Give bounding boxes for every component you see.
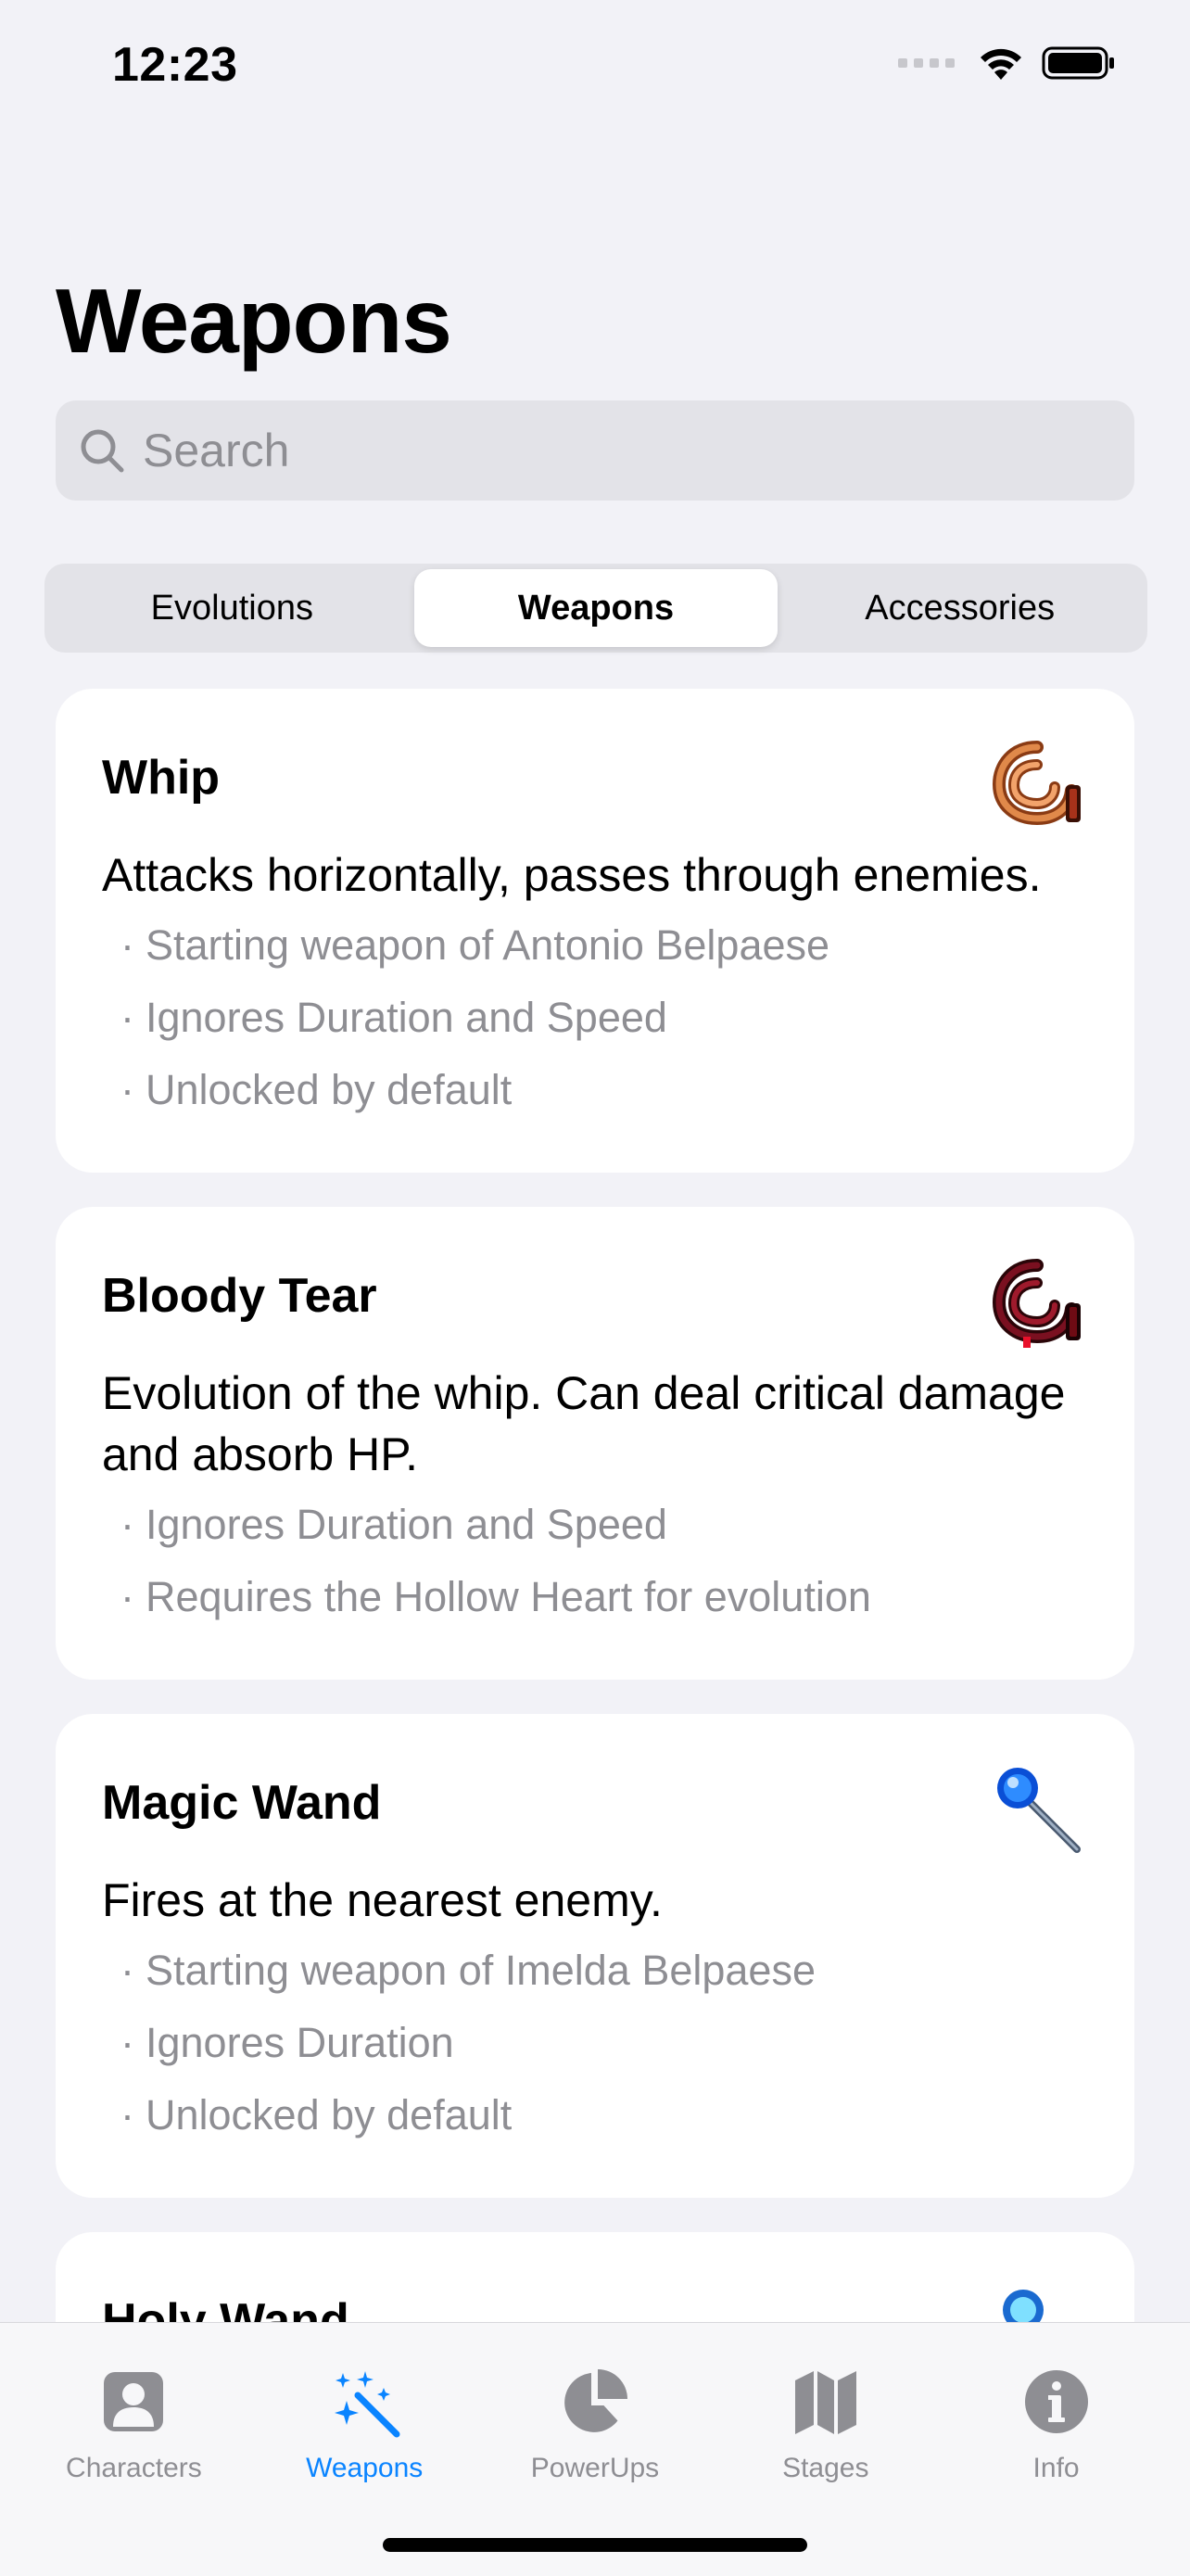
weapon-description: Attacks horizontally, passes through ene…	[102, 849, 1042, 901]
magic-wand-icon	[997, 1768, 1081, 1853]
weapon-title: Whip	[102, 751, 221, 805]
note-item: · Requires the Hollow Heart for evolution	[120, 1573, 871, 1620]
tab-label: Weapons	[306, 2453, 424, 2483]
bloody-tear-icon	[992, 1259, 1081, 1348]
tab-label: Stages	[782, 2453, 869, 2483]
search-input[interactable]	[141, 423, 1071, 478]
person-icon	[104, 2372, 164, 2431]
note-item: · Unlocked by default	[120, 2091, 513, 2138]
note-item: · Ignores Duration and Speed	[120, 1501, 667, 1548]
tab-stages[interactable]: Stages	[719, 2364, 932, 2484]
info-icon	[1024, 2370, 1088, 2433]
tab-characters[interactable]: Characters	[27, 2364, 240, 2484]
sparkles-wand-icon	[335, 2371, 400, 2438]
weapon-list: Whip Attacks horizontally, passes throug…	[56, 689, 1134, 2322]
status-bar: 12:23	[0, 0, 1190, 139]
search-icon	[81, 429, 124, 473]
tab-label: PowerUps	[530, 2453, 660, 2483]
note-item: · Ignores Duration and Speed	[120, 994, 667, 1041]
segment-evolutions[interactable]: Evolutions	[50, 569, 414, 647]
weapon-title: Bloody Tear	[102, 1269, 377, 1323]
weapon-card-holy-wand[interactable]: Holy Wand	[56, 2232, 1134, 2322]
map-icon	[794, 2371, 856, 2434]
weapon-notes: · Starting weapon of Antonio Belpaese · Ig…	[102, 909, 1088, 1126]
home-indicator	[383, 2538, 807, 2552]
tab-label: Info	[1032, 2453, 1080, 2483]
pie-chart-icon	[564, 2369, 627, 2432]
search-bar[interactable]	[56, 400, 1134, 501]
weapon-card-magic-wand[interactable]: Magic Wand Fires at the nearest enemy. ·…	[56, 1714, 1134, 2198]
note-item: · Starting weapon of Antonio Belpaese	[120, 921, 830, 969]
weapon-card-whip[interactable]: Whip Attacks horizontally, passes throug…	[56, 689, 1134, 1173]
weapon-title: Holy Wand	[102, 2294, 349, 2322]
weapon-title: Magic Wand	[102, 1776, 382, 1830]
tab-label: Characters	[66, 2453, 202, 2483]
note-item: · Unlocked by default	[120, 1066, 513, 1113]
holy-wand-icon	[1003, 2290, 1044, 2322]
whip-icon	[992, 741, 1081, 826]
wifi-icon	[981, 48, 1021, 80]
note-item: · Starting weapon of Imelda Belpaese	[120, 1947, 816, 1994]
tab-powerups[interactable]: PowerUps	[488, 2364, 702, 2484]
cellular-signal-icon	[898, 58, 955, 68]
weapon-description: Evolution of the whip. Can deal critical…	[102, 1367, 1066, 1480]
note-item: · Ignores Duration	[120, 2019, 454, 2066]
weapon-notes: · Starting weapon of Imelda Belpaese · Ign…	[102, 1935, 1088, 2151]
weapon-card-bloody-tear[interactable]: Bloody Tear Evolution of the whip. Can d…	[56, 1207, 1134, 1680]
segment-weapons[interactable]: Weapons	[413, 569, 779, 647]
tab-weapons[interactable]: Weapons	[258, 2364, 471, 2484]
tab-info[interactable]: Info	[950, 2364, 1163, 2484]
status-icons	[898, 44, 1116, 82]
status-time: 12:23	[112, 38, 238, 92]
battery-icon	[1042, 46, 1114, 80]
segment-accessories[interactable]: Accessories	[778, 569, 1142, 647]
page-title: Weapons	[56, 270, 452, 372]
segmented-control: Evolutions Weapons Accessories	[44, 564, 1147, 653]
weapon-description: Fires at the nearest enemy.	[102, 1874, 663, 1926]
weapon-notes: · Ignores Duration and Speed · Requires th…	[102, 1489, 1088, 1633]
